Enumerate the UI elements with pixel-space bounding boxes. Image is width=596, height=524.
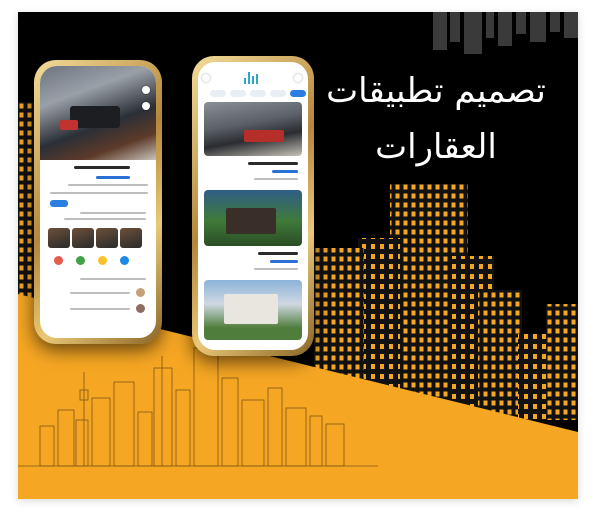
share-icon: [142, 102, 150, 110]
phone-right-mockup: [192, 56, 314, 356]
phone-right-screen: [198, 62, 308, 350]
property-description-text: [80, 212, 146, 214]
filter-tab[interactable]: [270, 90, 286, 97]
filter-tab[interactable]: [210, 90, 226, 97]
gallery-thumbnail[interactable]: [120, 228, 142, 248]
property-price-text: [96, 176, 130, 179]
ad-card: تصميم تطبيقات العقارات: [18, 12, 578, 499]
menu-icon[interactable]: [294, 74, 302, 82]
listing-title-text: [248, 162, 298, 165]
phone-left-mockup: [34, 60, 162, 344]
listing-location-text: [254, 178, 298, 180]
agent-name-text: [70, 308, 130, 310]
amenity-icon: [54, 256, 63, 265]
amenity-icon: [98, 256, 107, 265]
property-details-row: [50, 192, 148, 194]
search-icon[interactable]: [202, 74, 210, 82]
amenity-icon: [76, 256, 85, 265]
listing-location-text: [254, 268, 298, 270]
property-location-text: [68, 184, 148, 186]
avatar: [136, 288, 145, 297]
listing-price-text: [270, 260, 298, 263]
listing-photo[interactable]: [204, 190, 302, 246]
avatar: [136, 304, 145, 313]
listing-title-text: [258, 252, 298, 255]
property-hero-photo: [40, 66, 156, 160]
phone-left-screen: [40, 66, 156, 338]
gallery-thumbnail[interactable]: [48, 228, 70, 248]
app-logo-icon: [244, 72, 260, 84]
property-title-text: [74, 166, 130, 169]
filter-tab[interactable]: [230, 90, 246, 97]
filter-tab[interactable]: [250, 90, 266, 97]
listing-price-text: [272, 170, 298, 173]
listing-photo[interactable]: [204, 102, 302, 156]
agent-name-text: [70, 292, 130, 294]
headline-line-1: تصميم تطبيقات: [326, 71, 546, 111]
contact-button[interactable]: [50, 200, 68, 207]
gallery-thumbnail[interactable]: [96, 228, 118, 248]
gallery-thumbnail[interactable]: [72, 228, 94, 248]
amenity-icon: [120, 256, 129, 265]
heart-icon: [142, 86, 150, 94]
filter-tab-active[interactable]: [290, 90, 306, 97]
agent-section-text: [80, 278, 146, 280]
property-description-text: [64, 218, 146, 220]
headline-line-2: العقارات: [375, 127, 497, 167]
listing-photo[interactable]: [204, 280, 302, 340]
